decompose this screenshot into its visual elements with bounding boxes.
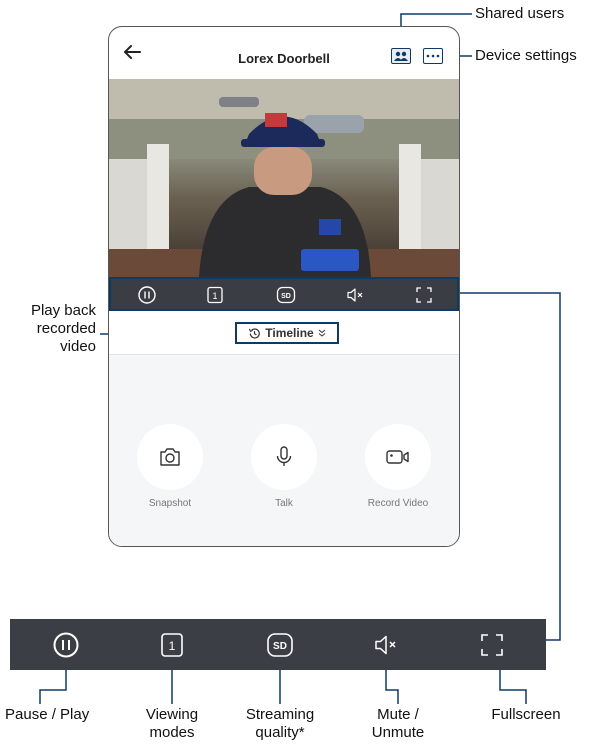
callout-streaming-quality-line2: quality* <box>255 724 305 741</box>
callout-viewing-modes-line2: modes <box>149 724 195 741</box>
viewing-modes-button[interactable]: 1 <box>158 631 186 659</box>
callout-play-back: Play back recorded video <box>31 302 96 356</box>
single-view-icon: 1 <box>161 633 183 657</box>
pause-icon[interactable] <box>52 631 80 659</box>
speaker-mute-icon[interactable] <box>345 285 365 305</box>
callout-mute-line2: Unmute <box>371 724 425 741</box>
chevron-down-icon <box>318 329 326 337</box>
camera-icon <box>160 448 180 466</box>
video-control-bar: 1 SD <box>109 277 459 311</box>
talk-label: Talk <box>275 498 293 509</box>
video-frame-illustration <box>109 79 459 277</box>
app-header: Lorex Doorbell <box>109 27 459 79</box>
record-video-action[interactable]: Record Video <box>348 424 448 509</box>
device-settings-button[interactable] <box>423 48 443 64</box>
sd-icon: SD <box>276 286 296 304</box>
single-view-icon: 1 <box>207 286 223 304</box>
streaming-quality-button[interactable]: SD <box>276 285 296 305</box>
live-video-feed[interactable] <box>109 79 459 277</box>
record-video-button[interactable] <box>365 424 431 490</box>
viewing-mode-value: 1 <box>169 639 176 653</box>
expanded-control-bar: 1 SD <box>10 619 546 670</box>
callout-shared-users: Shared users <box>475 5 565 22</box>
video-camera-icon <box>386 450 409 464</box>
callout-pause-play: Pause / Play <box>5 706 90 723</box>
phone-screen: Lorex Doorbell 1 SD Timeline Snapshot Ta… <box>108 26 460 547</box>
sd-icon: SD <box>267 633 293 657</box>
streaming-quality-value: SD <box>281 293 291 300</box>
callout-streaming-quality: Streaming quality* <box>225 706 335 742</box>
timeline-button[interactable]: Timeline <box>235 322 339 344</box>
callout-play-back-line3: video <box>60 338 96 355</box>
record-video-label: Record Video <box>367 498 429 509</box>
streaming-quality-button[interactable]: SD <box>266 631 294 659</box>
speaker-mute-icon[interactable] <box>372 631 400 659</box>
talk-button[interactable] <box>251 424 317 490</box>
callout-play-back-line1: Play back <box>30 302 96 319</box>
callout-play-back-line2: recorded <box>36 320 96 337</box>
users-icon <box>394 51 408 61</box>
viewing-mode-value: 1 <box>212 291 217 301</box>
fullscreen-icon[interactable] <box>478 631 506 659</box>
callout-viewing-modes: Viewing modes <box>122 706 222 742</box>
callout-fullscreen: Fullscreen <box>491 706 561 723</box>
pause-icon[interactable] <box>137 285 157 305</box>
fullscreen-icon[interactable] <box>414 285 434 305</box>
talk-action[interactable]: Talk <box>234 424 334 509</box>
streaming-quality-value: SD <box>273 641 287 652</box>
microphone-icon <box>276 446 292 466</box>
timeline-label: Timeline <box>265 326 314 340</box>
snapshot-label: Snapshot <box>148 498 192 509</box>
history-clock-icon <box>249 327 261 339</box>
callout-mute-line1: Mute / <box>377 706 419 723</box>
callout-mute: Mute / Unmute <box>353 706 443 742</box>
callout-streaming-quality-line1: Streaming <box>245 706 315 723</box>
viewing-modes-button[interactable]: 1 <box>205 285 225 305</box>
more-dots-icon <box>426 54 440 58</box>
snapshot-button[interactable] <box>137 424 203 490</box>
shared-users-button[interactable] <box>391 48 411 64</box>
callout-viewing-modes-line1: Viewing <box>145 706 199 723</box>
callout-device-settings: Device settings <box>475 47 577 64</box>
snapshot-action[interactable]: Snapshot <box>120 424 220 509</box>
